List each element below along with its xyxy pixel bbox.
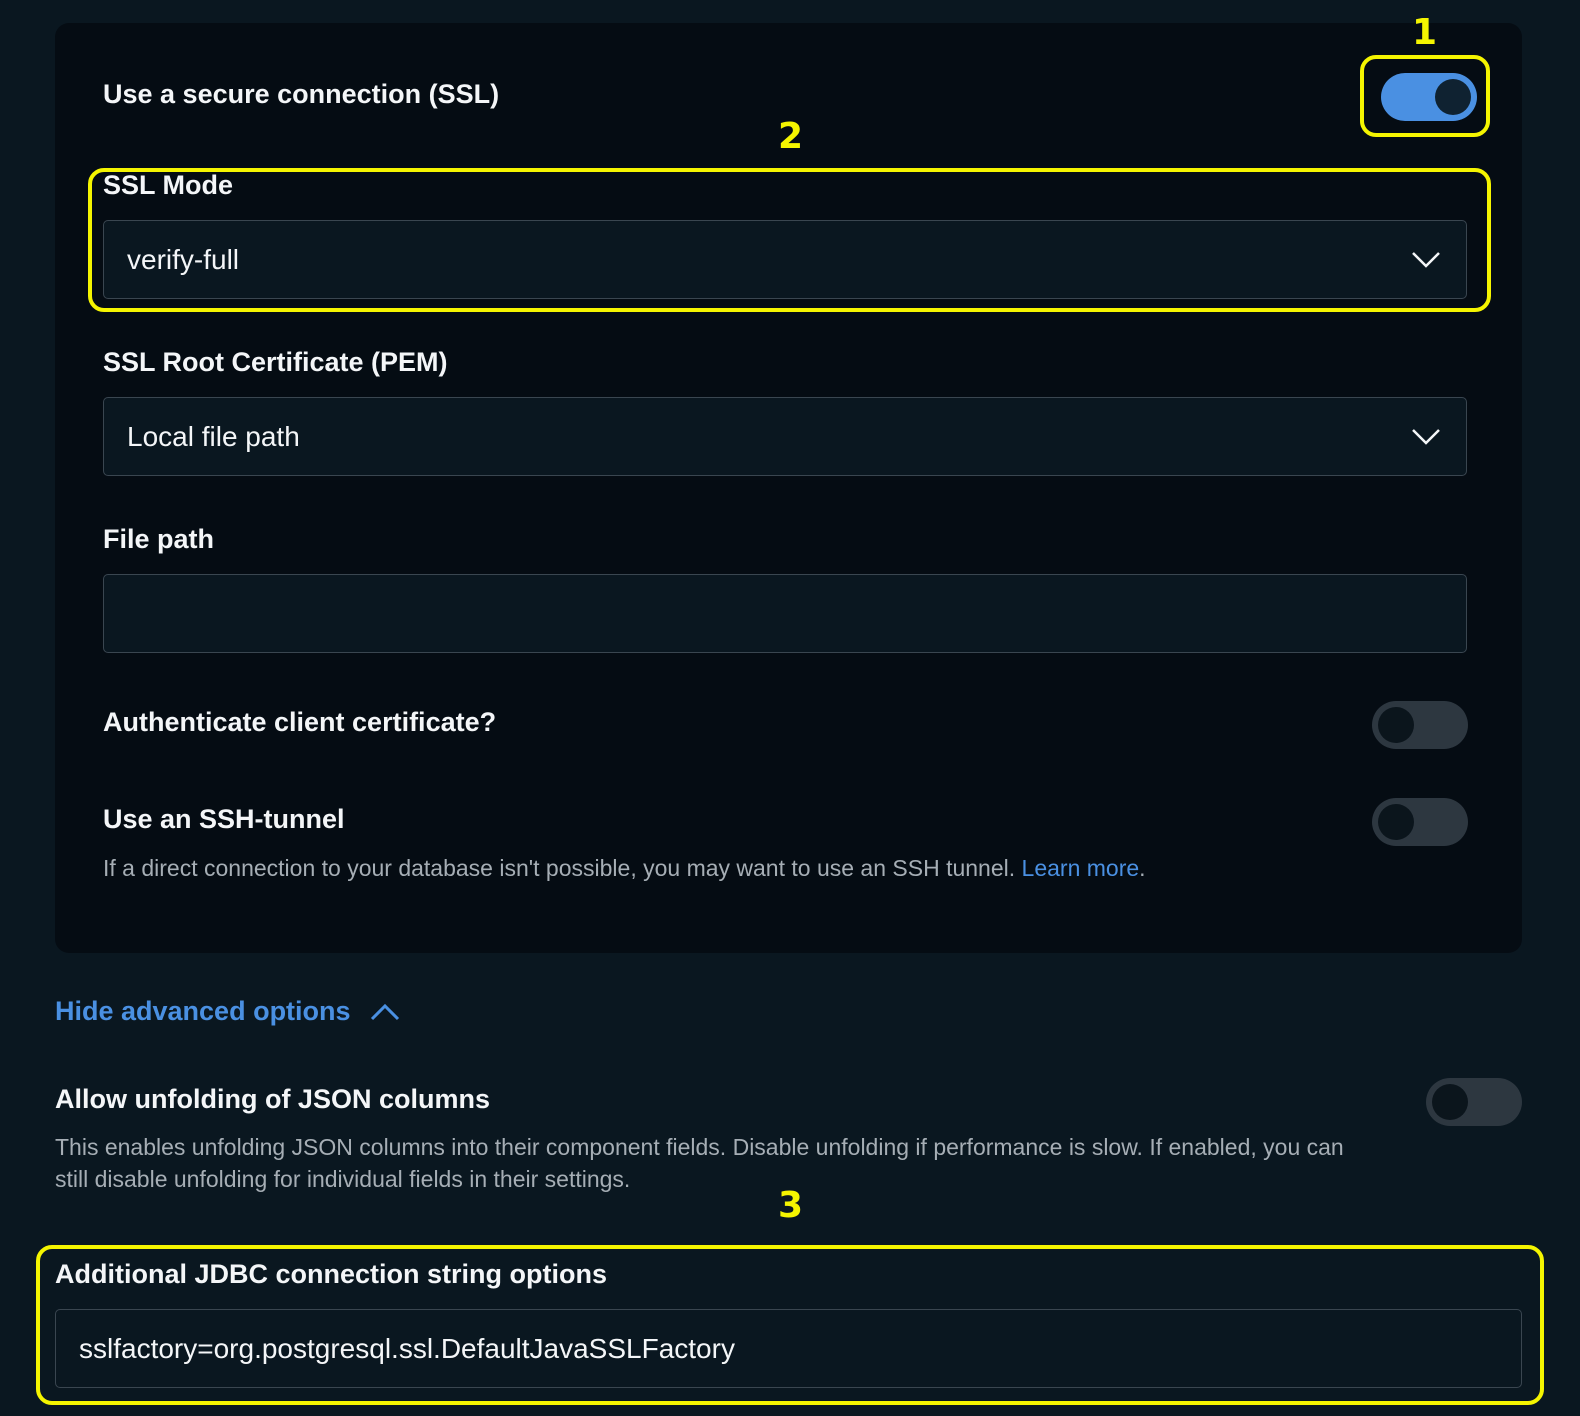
callout-number-2: 2 [778, 116, 804, 157]
client-cert-toggle[interactable] [1372, 701, 1468, 749]
learn-more-link[interactable]: Learn more [1022, 855, 1140, 881]
client-cert-label: Authenticate client certificate? [103, 707, 497, 737]
advanced-options-toggle[interactable]: Hide advanced options [55, 996, 401, 1027]
root-cert-label: SSL Root Certificate (PEM) [103, 347, 448, 377]
file-path-label: File path [103, 524, 215, 554]
toggle-knob [1378, 804, 1414, 840]
toggle-knob [1432, 1084, 1468, 1120]
json-unfolding-toggle[interactable] [1426, 1078, 1522, 1126]
callout-box-3 [36, 1245, 1544, 1405]
toggle-knob [1378, 707, 1414, 743]
ssh-tunnel-trailing: . [1139, 855, 1146, 881]
json-unfolding-description: This enables unfolding JSON columns into… [55, 1134, 1344, 1192]
ssh-tunnel-description: If a direct connection to your database … [103, 852, 1146, 884]
root-cert-select[interactable]: Local file path [103, 397, 1467, 476]
advanced-options-label: Hide advanced options [55, 996, 351, 1026]
json-unfolding-label: Allow unfolding of JSON columns [55, 1084, 490, 1114]
callout-box-1 [1360, 55, 1490, 137]
connection-settings-card: Use a secure connection (SSL) SSL Mode v… [55, 23, 1522, 953]
callout-number-1: 1 [1412, 12, 1438, 53]
ssh-tunnel-toggle[interactable] [1372, 798, 1468, 846]
ssl-label: Use a secure connection (SSL) [103, 79, 500, 109]
chevron-up-icon [370, 1003, 399, 1020]
ssh-tunnel-description-text: If a direct connection to your database … [103, 855, 1016, 881]
callout-number-3: 3 [778, 1185, 804, 1226]
root-cert-value: Local file path [127, 420, 300, 452]
chevron-down-icon [1412, 428, 1440, 445]
ssh-tunnel-label: Use an SSH-tunnel [103, 804, 345, 834]
file-path-input[interactable] [103, 574, 1467, 653]
callout-box-2 [88, 168, 1491, 312]
